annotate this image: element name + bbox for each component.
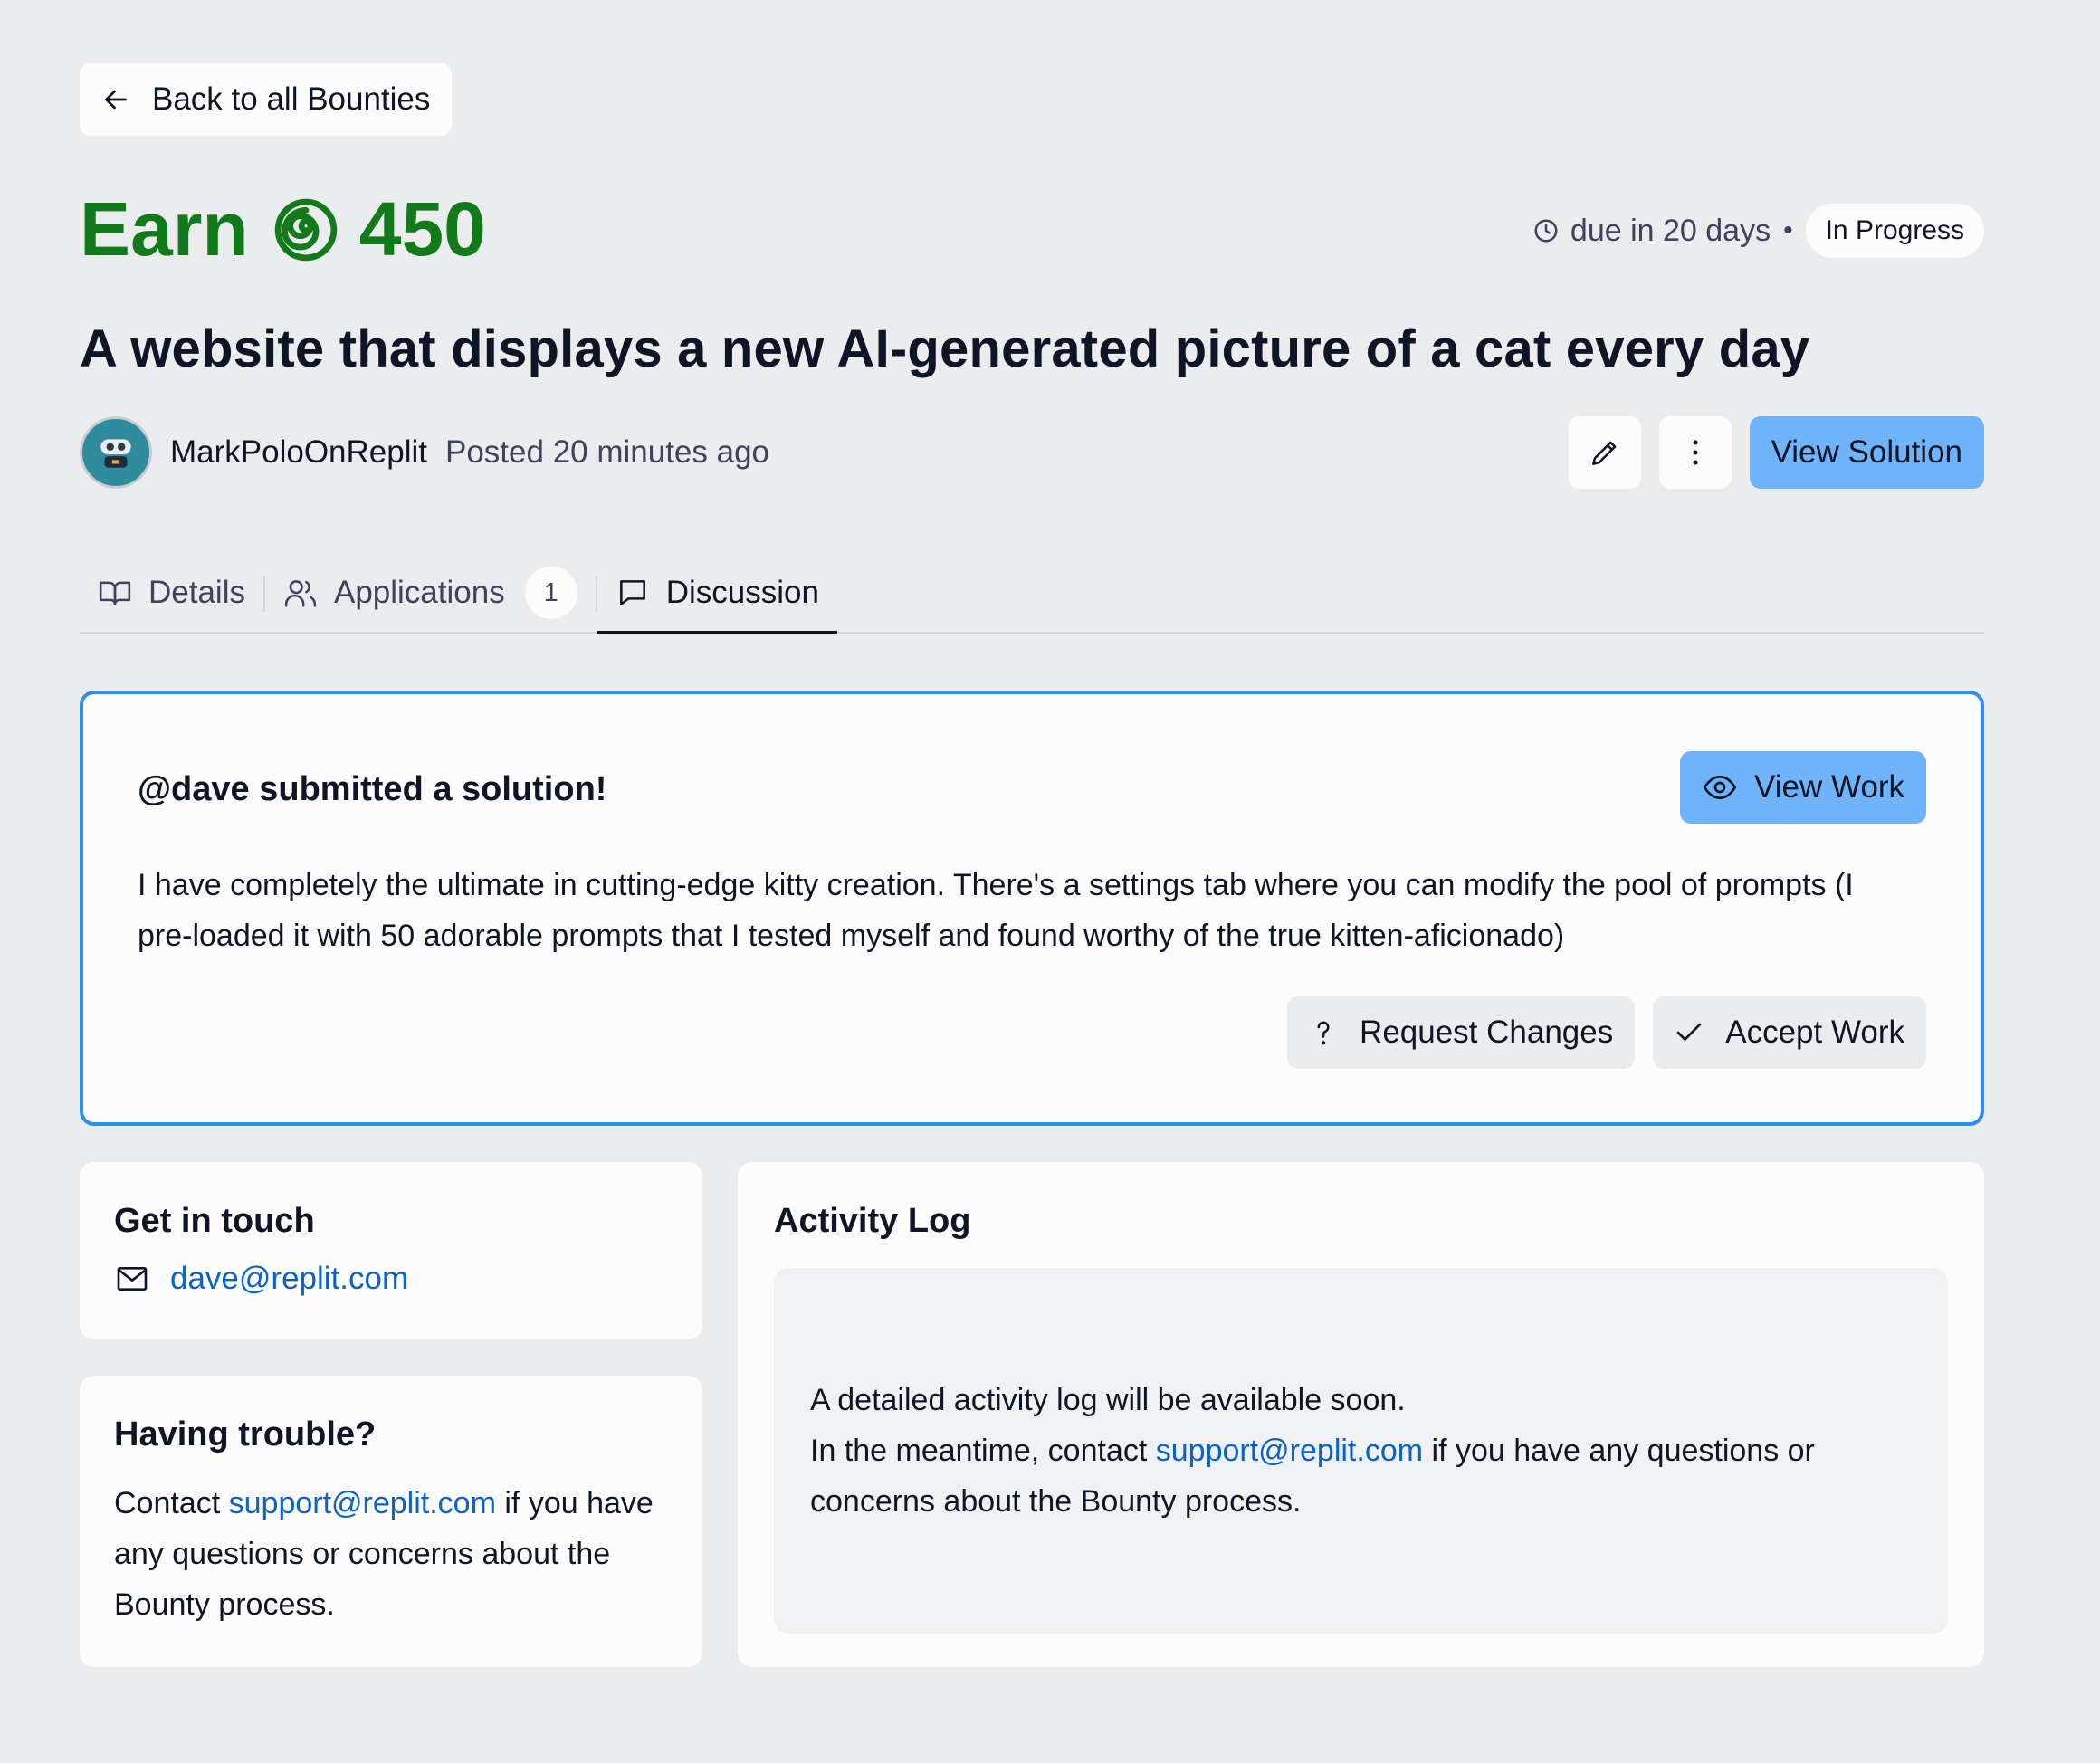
trouble-text: Contact support@replit.com if you have a… — [114, 1478, 668, 1630]
accept-work-button[interactable]: Accept Work — [1653, 996, 1926, 1069]
activity-line-2: In the meantime, contact support@replit.… — [810, 1425, 1912, 1527]
question-icon — [1317, 1021, 1330, 1045]
support-email-link[interactable]: support@replit.com — [229, 1486, 496, 1520]
solution-description: I have completely the ultimate in cuttin… — [138, 868, 1854, 953]
more-vertical-icon — [1693, 440, 1698, 465]
activity-log-panel: Activity Log A detailed activity log wil… — [738, 1162, 1984, 1667]
more-options-button[interactable] — [1658, 416, 1732, 489]
back-to-bounties-button[interactable]: Back to all Bounties — [80, 63, 453, 136]
due-date: due in 20 days — [1570, 213, 1771, 248]
pencil-icon — [1591, 441, 1616, 465]
request-changes-button[interactable]: Request Changes — [1287, 996, 1636, 1069]
bounty-reward: Earn 450 — [80, 186, 486, 273]
contact-email-row: dave@replit.com — [114, 1261, 668, 1297]
clock-icon — [1534, 219, 1558, 243]
header-actions: View Solution — [1568, 416, 1984, 489]
check-icon — [1676, 1023, 1702, 1041]
meta-separator: • — [1783, 215, 1793, 245]
users-icon — [284, 580, 317, 607]
applications-count-badge: 1 — [524, 567, 578, 619]
status-badge: In Progress — [1805, 204, 1984, 258]
view-work-label: View Work — [1754, 769, 1904, 805]
author-row: MarkPoloOnReplit Posted 20 minutes ago — [80, 416, 769, 489]
edit-button[interactable] — [1568, 416, 1641, 489]
mail-icon — [117, 1267, 148, 1291]
solution-heading: @dave submitted a solution! — [138, 770, 607, 808]
bounty-tabs: Details Applications 1 Discussion — [80, 554, 1984, 634]
get-in-touch-heading: Get in touch — [114, 1202, 315, 1240]
avatar[interactable] — [80, 416, 152, 489]
contact-email-link[interactable]: dave@replit.com — [170, 1261, 408, 1297]
having-trouble-panel: Having trouble? Contact support@replit.c… — [80, 1376, 702, 1667]
bounty-title: A website that displays a new AI-generat… — [80, 319, 1810, 378]
activity-log-heading: Activity Log — [774, 1202, 971, 1240]
tab-details[interactable]: Details — [80, 554, 263, 632]
activity-text-before: In the meantime, contact — [810, 1434, 1156, 1468]
trouble-text-before: Contact — [114, 1486, 229, 1520]
activity-line-1: A detailed activity log will be availabl… — [810, 1383, 1406, 1417]
get-in-touch-panel: Get in touch dave@replit.com — [80, 1162, 702, 1339]
solution-actions: Request Changes Accept Work — [1287, 996, 1926, 1069]
cycles-icon — [274, 198, 337, 261]
activity-log-placeholder: A detailed activity log will be availabl… — [774, 1268, 1948, 1634]
tab-applications[interactable]: Applications 1 — [265, 554, 596, 632]
book-icon — [99, 581, 131, 605]
request-changes-label: Request Changes — [1360, 1015, 1614, 1050]
tab-label: Discussion — [665, 575, 819, 610]
tab-label: Applications — [333, 575, 505, 610]
bounty-meta: due in 20 days • In Progress — [1532, 204, 1984, 258]
tab-label: Details — [148, 575, 245, 610]
bounty-page: Back to all Bounties Earn 450 due in 20 … — [0, 0, 2100, 1763]
back-label: Back to all Bounties — [152, 81, 431, 117]
activity-support-email-link[interactable]: support@replit.com — [1156, 1434, 1423, 1468]
author-username[interactable]: MarkPoloOnReplit — [170, 434, 427, 471]
solution-submission-card: @dave submitted a solution! View Work I … — [80, 691, 1984, 1126]
posted-time: Posted 20 minutes ago — [445, 434, 770, 470]
accept-work-label: Accept Work — [1725, 1015, 1904, 1050]
reward-amount: 450 — [358, 186, 486, 272]
robot-avatar-icon — [100, 439, 131, 468]
tab-discussion[interactable]: Discussion — [597, 554, 838, 634]
arrow-left-icon — [105, 90, 127, 110]
view-solution-button[interactable]: View Solution — [1749, 416, 1984, 489]
view-work-button[interactable]: View Work — [1680, 751, 1926, 824]
earn-label: Earn — [80, 186, 249, 272]
eye-icon — [1703, 775, 1737, 800]
chat-icon — [619, 580, 645, 605]
having-trouble-heading: Having trouble? — [114, 1415, 377, 1453]
